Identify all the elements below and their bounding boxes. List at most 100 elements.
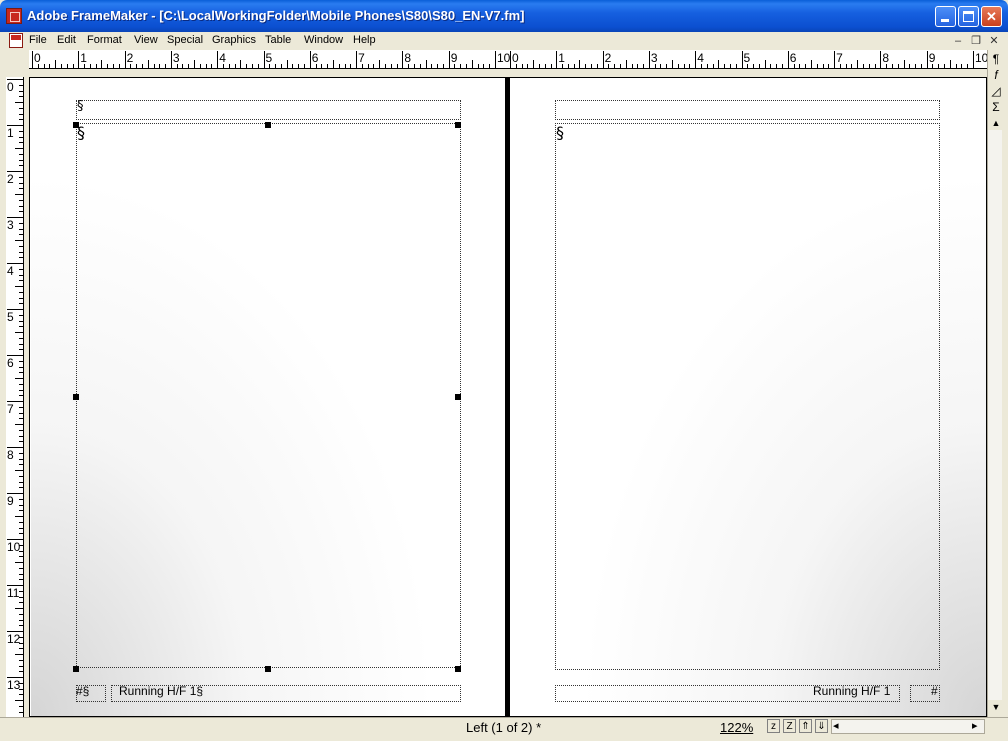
ruler-tick xyxy=(37,64,39,68)
ruler-tick xyxy=(19,274,23,276)
function-icon[interactable]: f xyxy=(989,68,1003,83)
zoom-out-button[interactable]: z xyxy=(767,719,780,733)
selection-handle[interactable] xyxy=(455,666,461,672)
selection-handle[interactable] xyxy=(73,666,79,672)
ruler-tick xyxy=(199,64,201,68)
document-icon[interactable] xyxy=(9,33,23,48)
right-page[interactable]: § Running H/F 1 # xyxy=(510,79,986,716)
ruler-tick xyxy=(747,64,749,68)
ruler-tick xyxy=(19,199,23,201)
vertical-ruler[interactable]: 0 1 2 3 4 5 6 7 8 9 10 11 12 13 xyxy=(6,77,24,717)
ruler-tick xyxy=(19,694,23,696)
menu-file[interactable]: File xyxy=(29,34,47,46)
minimize-button[interactable] xyxy=(935,6,956,27)
ruler-tick xyxy=(19,705,23,707)
page-status[interactable]: Left (1 of 2) * xyxy=(466,720,541,735)
selection-handle[interactable] xyxy=(73,122,79,128)
ruler-tick xyxy=(19,90,23,92)
ruler-tick xyxy=(15,102,23,103)
ruler-tick xyxy=(550,64,552,68)
selection-handle[interactable] xyxy=(455,394,461,400)
equations-icon[interactable]: Σ xyxy=(989,100,1003,115)
ruler-tick xyxy=(637,64,639,68)
selection-handle[interactable] xyxy=(455,122,461,128)
maximize-button[interactable] xyxy=(958,6,979,27)
menu-edit[interactable]: Edit xyxy=(57,34,76,46)
ruler-tick xyxy=(19,648,23,650)
scroll-left-button[interactable]: ◂ xyxy=(833,719,839,732)
menu-format[interactable]: Format xyxy=(87,34,122,46)
ruler-tick xyxy=(19,257,23,259)
ruler-tick xyxy=(533,60,535,68)
page-up-button[interactable]: ⇑ xyxy=(799,719,812,733)
ruler-tick xyxy=(60,64,62,68)
ruler-tick xyxy=(19,280,23,282)
ruler-tick xyxy=(49,64,51,68)
body-text-frame[interactable] xyxy=(76,123,461,668)
ruler-tick xyxy=(695,51,697,68)
ruler-tick xyxy=(396,64,398,68)
ruler-tick xyxy=(724,64,726,68)
ruler-tick xyxy=(643,64,645,68)
document-minimize-button[interactable]: – xyxy=(951,34,965,48)
page-down-button[interactable]: ⇓ xyxy=(815,719,828,733)
selection-handle[interactable] xyxy=(265,666,271,672)
left-page[interactable]: § § #§ Running H/F 1§ xyxy=(31,79,505,716)
right-horizontal-ruler-label: 7 xyxy=(836,51,843,65)
ruler-tick xyxy=(15,148,23,149)
menu-special[interactable]: Special xyxy=(167,34,203,46)
menu-bar: File Edit Format View Special Graphics T… xyxy=(0,32,1008,50)
menu-window[interactable]: Window xyxy=(304,34,343,46)
horizontal-ruler[interactable]: 0 1 2 3 4 5 6 7 8 9 10 0 1 2 3 4 5 6 7 8 9 10 xyxy=(29,50,988,69)
body-text-frame[interactable] xyxy=(555,123,940,670)
ruler-tick xyxy=(19,596,23,598)
header-frame[interactable] xyxy=(555,100,940,120)
ruler-tick xyxy=(477,64,479,68)
menu-graphics[interactable]: Graphics xyxy=(212,34,256,46)
ruler-tick xyxy=(327,64,329,68)
ruler-tick xyxy=(19,113,23,115)
ruler-tick xyxy=(19,625,23,627)
close-button[interactable]: ✕ xyxy=(981,6,1002,27)
horizontal-scrollbar[interactable]: ◂ ▸ xyxy=(831,719,985,734)
ruler-tick xyxy=(19,435,23,437)
document-close-button[interactable]: ✕ xyxy=(987,34,1001,48)
header-frame[interactable] xyxy=(76,100,461,120)
ruler-tick xyxy=(19,142,23,144)
framemaker-app-icon[interactable] xyxy=(6,8,22,24)
ruler-tick xyxy=(857,60,859,68)
menu-help[interactable]: Help xyxy=(353,34,376,46)
left-horizontal-ruler-label: 4 xyxy=(219,51,226,65)
scroll-right-button[interactable]: ▸ xyxy=(972,719,978,732)
scroll-down-button[interactable]: ▼ xyxy=(989,700,1003,715)
ruler-tick xyxy=(19,711,23,713)
menu-view[interactable]: View xyxy=(134,34,158,46)
vertical-scrollbar[interactable] xyxy=(988,130,1002,700)
ruler-tick xyxy=(544,64,546,68)
graphics-tools-icon[interactable]: ◿ xyxy=(989,84,1003,99)
selection-handle[interactable] xyxy=(73,394,79,400)
vertical-ruler-label: 8 xyxy=(7,448,14,462)
ruler-tick xyxy=(19,136,23,138)
document-restore-button[interactable]: ❐ xyxy=(969,34,983,48)
paragraph-catalog-icon[interactable]: ¶ xyxy=(989,52,1003,67)
ruler-tick xyxy=(19,636,23,638)
selection-handle[interactable] xyxy=(265,122,271,128)
ruler-tick xyxy=(390,64,392,68)
scroll-up-button[interactable]: ▲ xyxy=(989,116,1003,131)
menu-table[interactable]: Table xyxy=(265,34,291,46)
ruler-tick xyxy=(7,263,23,264)
ruler-tick xyxy=(165,64,167,68)
body-paragraph-mark: § xyxy=(556,123,564,142)
ruler-tick xyxy=(350,64,352,68)
left-horizontal-ruler-label: 10 xyxy=(497,51,511,65)
ruler-tick xyxy=(19,533,23,535)
ruler-tick xyxy=(442,64,444,68)
ruler-tick xyxy=(15,654,23,655)
vertical-ruler-label: 10 xyxy=(7,540,21,554)
zoom-level[interactable]: 122% xyxy=(720,720,753,735)
ruler-tick xyxy=(19,188,23,190)
ruler-tick xyxy=(19,343,23,345)
zoom-in-button[interactable]: Z xyxy=(783,719,796,733)
ruler-tick xyxy=(72,64,74,68)
